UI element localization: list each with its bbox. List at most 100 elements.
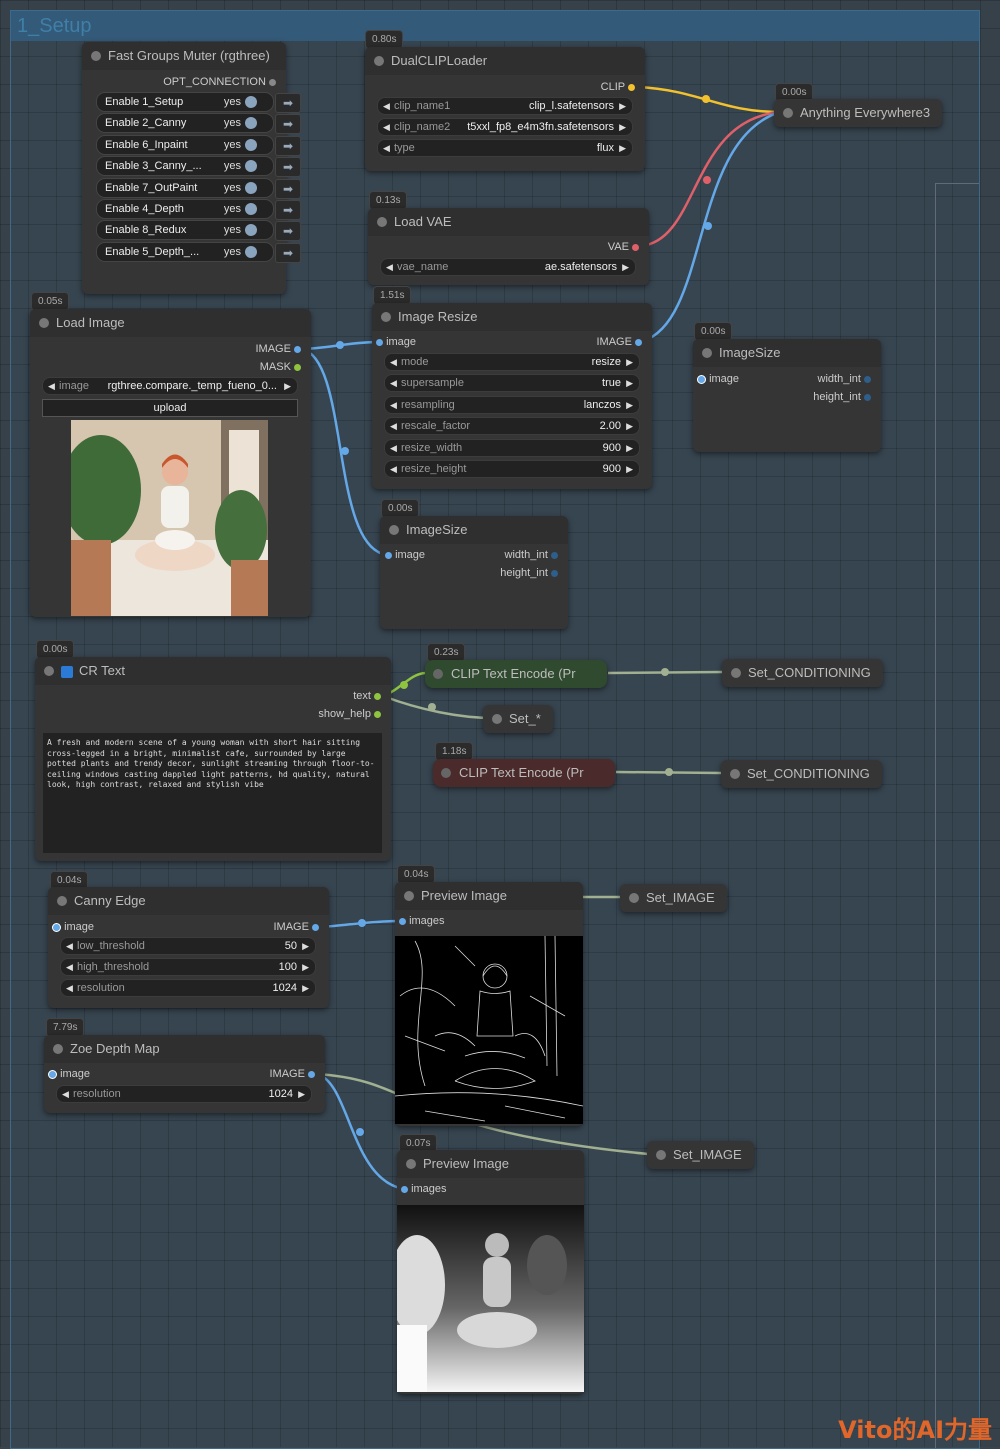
node-header[interactable]: ImageSize [380,516,568,544]
node-cr-text[interactable]: CR Text text show_help A fresh and moder… [35,657,391,861]
increment-arrow-icon[interactable]: ▶ [284,378,291,394]
collapse-dot-icon[interactable] [389,525,399,535]
decrement-arrow-icon[interactable]: ◀ [386,259,393,275]
node-set-star[interactable]: Set_* [483,705,553,733]
port-icon[interactable] [399,918,406,925]
toggle-switch[interactable] [245,160,257,172]
toggle-switch[interactable] [245,203,257,215]
toggle-switch[interactable] [245,96,257,108]
decrement-arrow-icon[interactable]: ◀ [48,378,55,394]
group-toggle-row[interactable]: Enable 6_Inpaintyes➡ [96,135,274,155]
increment-arrow-icon[interactable]: ▶ [302,959,309,975]
collapse-dot-icon[interactable] [629,893,639,903]
input-images[interactable]: images [401,1183,447,1195]
node-header[interactable]: ImageSize [693,339,881,367]
widget-high-threshold[interactable]: ◀high_threshold100▶ [60,958,316,976]
node-clip-text-encode-positive[interactable]: CLIP Text Encode (Pr [425,660,607,688]
widget-resize-width[interactable]: ◀resize_width900▶ [384,439,640,457]
collapse-dot-icon[interactable] [433,669,443,679]
node-header[interactable]: DualCLIPLoader [365,47,645,75]
node-preview-image-depth[interactable]: Preview Image images [397,1150,584,1394]
node-set-image-2[interactable]: Set_IMAGE [647,1141,754,1169]
output-opt-connection[interactable]: OPT_CONNECTION [163,76,276,88]
toggle-switch[interactable] [245,224,257,236]
port-icon[interactable] [551,570,558,577]
prompt-textarea[interactable]: A fresh and modern scene of a young woma… [43,733,382,853]
node-header[interactable]: Image Resize [372,303,652,331]
decrement-arrow-icon[interactable]: ◀ [66,938,73,954]
navigate-arrow-icon[interactable]: ➡ [275,221,301,241]
output-width-int[interactable]: width_int [818,373,871,385]
increment-arrow-icon[interactable]: ▶ [626,375,633,391]
increment-arrow-icon[interactable]: ▶ [622,259,629,275]
collapse-dot-icon[interactable] [39,318,49,328]
collapse-dot-icon[interactable] [656,1150,666,1160]
collapse-dot-icon[interactable] [57,896,67,906]
widget-resolution[interactable]: ◀resolution1024▶ [60,979,316,997]
node-image-size-center[interactable]: ImageSize image width_int height_int [380,516,568,629]
port-icon[interactable] [632,244,639,251]
node-header[interactable]: Fast Groups Muter (rgthree) [82,42,286,70]
navigate-arrow-icon[interactable]: ➡ [275,200,301,220]
node-header[interactable]: Preview Image [395,882,583,910]
decrement-arrow-icon[interactable]: ◀ [383,119,390,135]
output-clip[interactable]: CLIP [601,81,635,93]
node-header[interactable]: Load Image [30,309,311,337]
increment-arrow-icon[interactable]: ▶ [626,397,633,413]
port-icon[interactable] [294,346,301,353]
port-icon[interactable] [312,924,319,931]
widget-resize-height[interactable]: ◀resize_height900▶ [384,460,640,478]
port-icon[interactable] [269,79,276,86]
increment-arrow-icon[interactable]: ▶ [302,938,309,954]
decrement-arrow-icon[interactable]: ◀ [383,98,390,114]
node-canny-edge[interactable]: Canny Edge image IMAGE ◀low_threshold50▶… [48,887,329,1008]
decrement-arrow-icon[interactable]: ◀ [390,354,397,370]
collapse-dot-icon[interactable] [377,217,387,227]
node-image-size-right[interactable]: ImageSize image width_int height_int [693,339,881,452]
input-image[interactable]: image [697,373,739,385]
node-load-vae[interactable]: Load VAE VAE ◀vae_nameae.safetensors▶ [368,208,649,285]
group-toggle-row[interactable]: Enable 4_Depthyes➡ [96,199,274,219]
decrement-arrow-icon[interactable]: ◀ [66,959,73,975]
navigate-arrow-icon[interactable]: ➡ [275,93,301,113]
port-icon[interactable] [374,693,381,700]
decrement-arrow-icon[interactable]: ◀ [390,461,397,477]
collapse-dot-icon[interactable] [441,768,451,778]
toggle-switch[interactable] [245,246,257,258]
increment-arrow-icon[interactable]: ▶ [619,98,626,114]
group-toggle-row[interactable]: Enable 3_Canny_...yes➡ [96,156,274,176]
collapse-dot-icon[interactable] [381,312,391,322]
widget-type[interactable]: ◀typeflux▶ [377,139,633,157]
node-clip-text-encode-negative[interactable]: CLIP Text Encode (Pr [433,759,615,787]
navigate-arrow-icon[interactable]: ➡ [275,157,301,177]
output-vae[interactable]: VAE [608,241,639,253]
widget-low-threshold[interactable]: ◀low_threshold50▶ [60,937,316,955]
input-image[interactable]: image [385,549,425,561]
output-height-int[interactable]: height_int [813,391,871,403]
collapse-dot-icon[interactable] [702,348,712,358]
widget-clip-name2[interactable]: ◀clip_name2t5xxl_fp8_e4m3fn.safetensors▶ [377,118,633,136]
collapse-dot-icon[interactable] [731,668,741,678]
upload-button[interactable]: upload [42,399,298,417]
decrement-arrow-icon[interactable]: ◀ [390,375,397,391]
node-zoe-depth-map[interactable]: Zoe Depth Map image IMAGE ◀resolution102… [44,1035,325,1113]
node-header[interactable]: CR Text [35,657,391,685]
port-icon[interactable] [628,84,635,91]
port-icon[interactable] [374,711,381,718]
collapse-dot-icon[interactable] [406,1159,416,1169]
toggle-switch[interactable] [245,139,257,151]
output-show-help[interactable]: show_help [318,708,381,720]
node-header[interactable]: Load VAE [368,208,649,236]
group-toggle-row[interactable]: Enable 7_OutPaintyes➡ [96,178,274,198]
decrement-arrow-icon[interactable]: ◀ [390,440,397,456]
navigate-arrow-icon[interactable]: ➡ [275,136,301,156]
collapse-dot-icon[interactable] [44,666,54,676]
widget-resolution[interactable]: ◀resolution1024▶ [56,1085,312,1103]
output-text[interactable]: text [353,690,381,702]
navigate-arrow-icon[interactable]: ➡ [275,243,301,263]
collapse-dot-icon[interactable] [730,769,740,779]
node-header[interactable]: Zoe Depth Map [44,1035,325,1063]
node-fast-groups-muter[interactable]: Fast Groups Muter (rgthree) OPT_CONNECTI… [82,42,286,294]
node-preview-image-canny[interactable]: Preview Image images [395,882,583,1126]
collapse-dot-icon[interactable] [492,714,502,724]
